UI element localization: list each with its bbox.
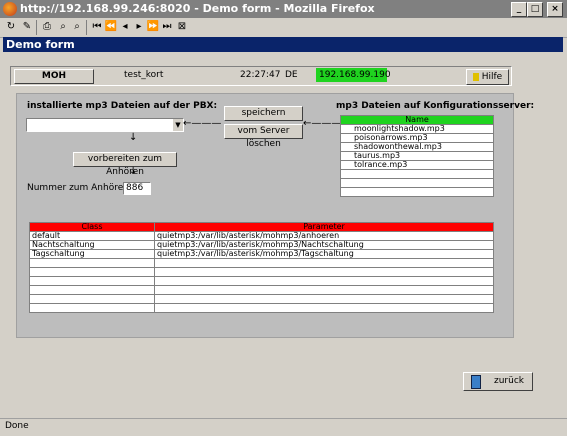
table-row[interactable] (340, 169, 494, 179)
class-cell[interactable] (29, 267, 155, 277)
listen-number-label: Nummer zum Anhören (27, 183, 129, 193)
pbx-files-title: installierte mp3 Dateien auf der PBX: (27, 101, 218, 111)
moh-button[interactable]: MOH (14, 69, 94, 84)
class-cell[interactable] (29, 294, 155, 304)
listen-number-input[interactable]: 886 (123, 182, 151, 195)
prepare-listen-button[interactable]: vorbereiten zum Anhören (73, 152, 177, 177)
arrow-down-icon: ↓ (129, 132, 138, 143)
class-cell[interactable] (29, 285, 155, 295)
next-page-icon[interactable]: ⏩ (146, 20, 160, 34)
table-row[interactable]: tolrance.mp3 (340, 160, 494, 170)
ip-address-badge: 192.168.99.190 (316, 68, 391, 82)
prev-page-icon[interactable]: ⏪ (104, 20, 118, 34)
status-text: Done (5, 421, 29, 431)
parameter-cell[interactable] (154, 285, 494, 295)
back-button-label: zurück (494, 376, 524, 386)
class-cell[interactable] (29, 276, 155, 286)
arrow-left-icon: ←——— (183, 118, 222, 129)
browser-window: http://192.168.99.246:8020 - Demo form -… (0, 0, 567, 436)
first-record-icon[interactable]: ⏮ (90, 20, 104, 34)
minimize-button[interactable]: _ (511, 2, 527, 17)
find-next-icon[interactable]: ⌕ (70, 20, 84, 34)
table-row[interactable]: Tagschaltung quietmp3:/var/lib/asterisk/m… (29, 249, 494, 259)
config-files-table: Name moonlightshadow.mp3 poisonarrows.mp… (340, 115, 494, 197)
chevron-down-icon[interactable]: ▼ (173, 119, 183, 131)
file-name[interactable] (340, 169, 494, 179)
table-row[interactable] (29, 258, 494, 268)
arrow-left-icon: ←——— (303, 118, 342, 129)
firefox-icon (3, 2, 17, 16)
pbx-files-select[interactable]: ▼ (26, 118, 184, 132)
find-icon[interactable]: ⌕ (56, 20, 70, 34)
parameter-cell[interactable] (154, 276, 494, 286)
parameter-cell[interactable] (154, 303, 494, 313)
parameter-cell[interactable] (154, 294, 494, 304)
page-header-bar: Demo form (3, 37, 563, 52)
config-files-title: mp3 Dateien auf Konfigurationsserver: (336, 101, 535, 111)
class-cell[interactable] (29, 303, 155, 313)
parameter-cell[interactable] (154, 258, 494, 268)
user-name: test_kort (124, 70, 164, 80)
arrow-down-icon: ↓ (129, 166, 138, 177)
page-title: Demo form (6, 38, 75, 51)
help-button[interactable]: Hilfe (466, 69, 509, 85)
last-record-icon[interactable]: ⏭ (160, 20, 174, 34)
parameter-cell[interactable]: quietmp3:/var/lib/asterisk/mohmp3/Tagsch… (154, 249, 494, 259)
table-row[interactable] (29, 276, 494, 286)
window-title: http://192.168.99.246:8020 - Demo form -… (20, 2, 375, 15)
delete-icon[interactable]: ⊠ (175, 20, 189, 34)
back-button[interactable]: zurück (463, 372, 533, 391)
close-button[interactable]: × (547, 2, 563, 17)
status-bar: Done (0, 418, 567, 436)
class-cell[interactable] (29, 258, 155, 268)
table-row[interactable] (29, 294, 494, 304)
table-row[interactable] (340, 187, 494, 197)
next-record-icon[interactable]: ▸ (132, 20, 146, 34)
class-cell[interactable]: Tagschaltung (29, 249, 155, 259)
toolbar-separator (86, 20, 87, 35)
exit-door-icon (471, 375, 481, 389)
table-row[interactable] (29, 267, 494, 277)
clock-time: 22:27:47 (240, 70, 281, 80)
toolbar-separator (36, 20, 37, 35)
title-bar: http://192.168.99.246:8020 - Demo form -… (0, 0, 567, 18)
file-name[interactable] (340, 178, 494, 188)
help-icon (472, 72, 479, 81)
toolbar: ↻ ✎ ⎙ ⌕ ⌕ ⏮ ⏪ ◂ ▸ ⏩ ⏭ ⊠ (0, 18, 567, 38)
table-row[interactable] (29, 285, 494, 295)
save-button[interactable]: speichern (224, 106, 303, 121)
prev-record-icon[interactable]: ◂ (118, 20, 132, 34)
parameter-cell[interactable] (154, 267, 494, 277)
delete-from-server-button[interactable]: vom Server löschen (224, 124, 303, 149)
table-row[interactable] (340, 178, 494, 188)
maximize-button[interactable]: □ (527, 2, 543, 17)
table-row[interactable] (29, 303, 494, 313)
file-name[interactable] (340, 187, 494, 197)
help-label: Hilfe (481, 72, 503, 82)
reload-icon[interactable]: ↻ (4, 20, 18, 34)
print-icon[interactable]: ⎙ (40, 20, 54, 34)
language-code: DE (285, 70, 298, 80)
edit-icon[interactable]: ✎ (20, 20, 34, 34)
file-name[interactable]: tolrance.mp3 (340, 160, 494, 170)
moh-class-table: Class Parameter default quietmp3:/var/lib… (29, 222, 494, 313)
